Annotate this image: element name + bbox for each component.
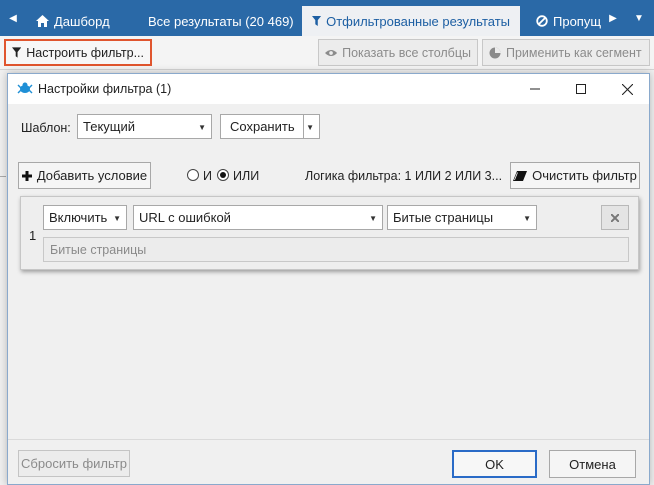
app-logo-icon <box>17 82 33 94</box>
reset-filter-label: Сбросить фильтр <box>21 456 127 471</box>
condition-value-value: Битые страницы <box>393 210 494 225</box>
chevron-down-icon: ▼ <box>198 123 206 132</box>
maximize-button[interactable] <box>558 74 604 104</box>
show-all-columns-button[interactable]: Показать все столбцы <box>318 39 478 66</box>
tab-bar: ◀ Дашборд Все результаты (20 469) Отфиль… <box>0 0 654 36</box>
condition-field-value: URL с ошибкой <box>139 210 231 225</box>
tab-all-results[interactable]: Все результаты (20 469) <box>138 6 304 36</box>
plus-icon <box>21 170 32 181</box>
maximize-icon <box>576 84 586 94</box>
save-template-split-button[interactable]: Сохранить ▼ <box>220 114 320 139</box>
configure-filter-label: Настроить фильтр... <box>26 45 144 60</box>
template-value: Текущий <box>83 119 135 134</box>
add-condition-button[interactable]: Добавить условие <box>18 162 151 189</box>
background-edge <box>0 176 6 177</box>
tab-scroll-right-button[interactable]: ▶ <box>604 0 622 36</box>
save-label: Сохранить <box>230 119 295 134</box>
eraser-icon <box>513 170 528 181</box>
ok-button[interactable]: OK <box>452 450 537 478</box>
filter-icon <box>312 16 322 26</box>
split-divider <box>303 115 304 138</box>
apply-as-segment-label: Применить как сегмент <box>506 45 642 60</box>
chevron-down-icon: ▼ <box>369 214 377 223</box>
filter-icon <box>12 47 22 58</box>
show-all-columns-label: Показать все столбцы <box>342 45 471 60</box>
remove-icon <box>611 213 619 222</box>
logic-or-label: ИЛИ <box>233 169 260 183</box>
chevron-down-icon: ▼ <box>306 123 314 132</box>
tab-skipped-label: Пропущ <box>553 13 602 29</box>
configure-filter-button[interactable]: Настроить фильтр... <box>4 39 152 66</box>
eye-icon <box>325 49 338 56</box>
template-select[interactable]: Текущий ▼ <box>77 114 212 139</box>
clear-filter-label: Очистить фильтр <box>532 168 637 183</box>
ok-label: OK <box>485 456 504 472</box>
add-condition-label: Добавить условие <box>36 168 148 183</box>
reset-filter-button[interactable]: Сбросить фильтр <box>18 450 130 477</box>
logic-and-label: И <box>203 169 212 183</box>
clear-filter-button[interactable]: Очистить фильтр <box>510 162 640 189</box>
chevron-down-icon: ▼ <box>523 214 531 223</box>
tab-scroll-left-button[interactable]: ◀ <box>4 0 22 36</box>
forbidden-icon <box>536 15 548 27</box>
template-label: Шаблон: <box>21 121 71 135</box>
close-icon <box>621 83 633 95</box>
condition-mode-value: Включить <box>49 210 108 225</box>
condition-mode-select[interactable]: Включить ▼ <box>43 205 127 230</box>
apply-as-segment-button[interactable]: Применить как сегмент <box>482 39 650 66</box>
filter-settings-dialog: Настройки фильтра (1) Шаблон: Текущий ▼ … <box>7 73 650 485</box>
tab-menu-button[interactable]: ▼ <box>630 0 648 36</box>
tab-dashboard-label: Дашборд <box>54 13 110 29</box>
condition-summary-field: Битые страницы <box>43 237 629 262</box>
condition-value-select[interactable]: Битые страницы ▼ <box>387 205 537 230</box>
footer-divider <box>8 439 649 440</box>
tab-filtered-results[interactable]: Отфильтрованные результаты <box>302 6 520 36</box>
logic-and-radio[interactable] <box>187 169 199 181</box>
logic-or-radio[interactable] <box>217 169 229 181</box>
close-button[interactable] <box>604 74 650 104</box>
condition-row: 1 Включить ▼ URL с ошибкой ▼ Битые стран… <box>20 196 639 270</box>
chevron-down-icon: ▼ <box>113 214 121 223</box>
toolbar: Настроить фильтр... Показать все столбцы… <box>0 36 654 70</box>
tab-dashboard[interactable]: Дашборд <box>26 6 120 36</box>
dialog-titlebar: Настройки фильтра (1) <box>8 74 649 104</box>
cancel-button[interactable]: Отмена <box>549 450 636 478</box>
home-icon <box>36 15 49 27</box>
tab-filtered-results-label: Отфильтрованные результаты <box>326 13 510 29</box>
filter-logic-text: Логика фильтра: 1 ИЛИ 2 ИЛИ 3... <box>305 169 503 183</box>
tab-all-results-label: Все результаты (20 469) <box>148 13 294 29</box>
condition-summary-text: Битые страницы <box>50 242 147 257</box>
condition-field-select[interactable]: URL с ошибкой ▼ <box>133 205 383 230</box>
remove-condition-button[interactable] <box>601 205 629 230</box>
minimize-button[interactable] <box>512 74 558 104</box>
tab-skipped[interactable]: Пропущ <box>526 6 611 36</box>
condition-number: 1 <box>29 228 37 243</box>
minimize-icon <box>530 88 540 90</box>
pie-chart-icon <box>489 47 501 58</box>
cancel-label: Отмена <box>569 456 616 472</box>
dialog-title: Настройки фильтра (1) <box>38 82 172 96</box>
